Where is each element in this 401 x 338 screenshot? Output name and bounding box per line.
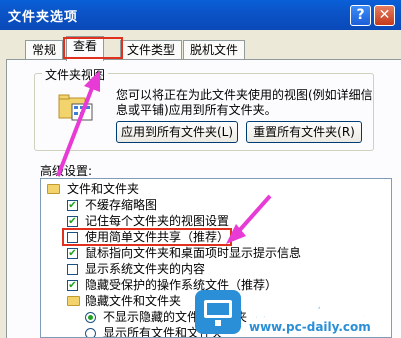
radio-button[interactable]	[85, 328, 96, 337]
list-item-label: 显示系统文件夹的内容	[85, 262, 206, 276]
tab-strip: 常规 查看 文件类型 脱机文件	[0, 36, 401, 61]
folder-views-description: 您可以将正在为此文件夹使用的视图(例如详细信息或平铺)应用到所有文件夹。	[116, 88, 373, 117]
list-item: 文件和文件夹	[41, 181, 391, 198]
folder-icon	[67, 296, 80, 306]
watermark: 电脑百科知识 www.pc-daily.com	[195, 290, 401, 338]
reset-all-folders-button[interactable]: 重置所有文件夹(R)	[246, 121, 362, 143]
tab-general[interactable]: 常规	[25, 40, 64, 60]
list-item[interactable]: ✔ 鼠标指向文件夹和桌面项时显示提示信息	[41, 245, 391, 262]
list-item[interactable]: ✔ 不缓存缩略图	[41, 197, 391, 214]
tab-highlight-box	[63, 37, 123, 59]
folder-icon	[47, 184, 60, 194]
folder-views-title: 文件夹视图	[42, 66, 109, 83]
checkbox[interactable]: ✔	[67, 200, 78, 211]
simple-sharing-highlight-box	[62, 228, 232, 246]
tab-file-types[interactable]: 文件类型	[120, 40, 183, 60]
apply-to-all-folders-button[interactable]: 应用到所有文件夹(L)	[116, 121, 238, 143]
checkbox[interactable]: ✔	[67, 248, 78, 259]
list-item-label: 鼠标指向文件夹和桌面项时显示提示信息	[85, 246, 302, 260]
watermark-logo-icon	[195, 290, 241, 334]
tab-offline-files[interactable]: 脱机文件	[183, 40, 246, 60]
list-item-label: 不缓存缩略图	[85, 198, 158, 212]
title-bar: 文件夹选项 ? ✕	[0, 0, 401, 30]
folder-views-icon	[58, 92, 94, 122]
advanced-settings-label: 高级设置:	[40, 164, 93, 178]
help-button[interactable]: ?	[350, 5, 371, 26]
window-title: 文件夹选项	[8, 10, 79, 25]
radio-button[interactable]	[85, 312, 96, 323]
list-item[interactable]: 显示系统文件夹的内容	[41, 261, 391, 278]
checkbox[interactable]: ✔	[67, 216, 78, 227]
close-button[interactable]: ✕	[374, 5, 395, 26]
watermark-url: www.pc-daily.com	[249, 320, 371, 334]
list-item-label: 隐藏文件和文件夹	[85, 294, 182, 308]
list-item-label: 文件和文件夹	[67, 182, 140, 196]
checkbox[interactable]	[67, 264, 78, 275]
checkbox[interactable]: ✔	[67, 280, 78, 291]
